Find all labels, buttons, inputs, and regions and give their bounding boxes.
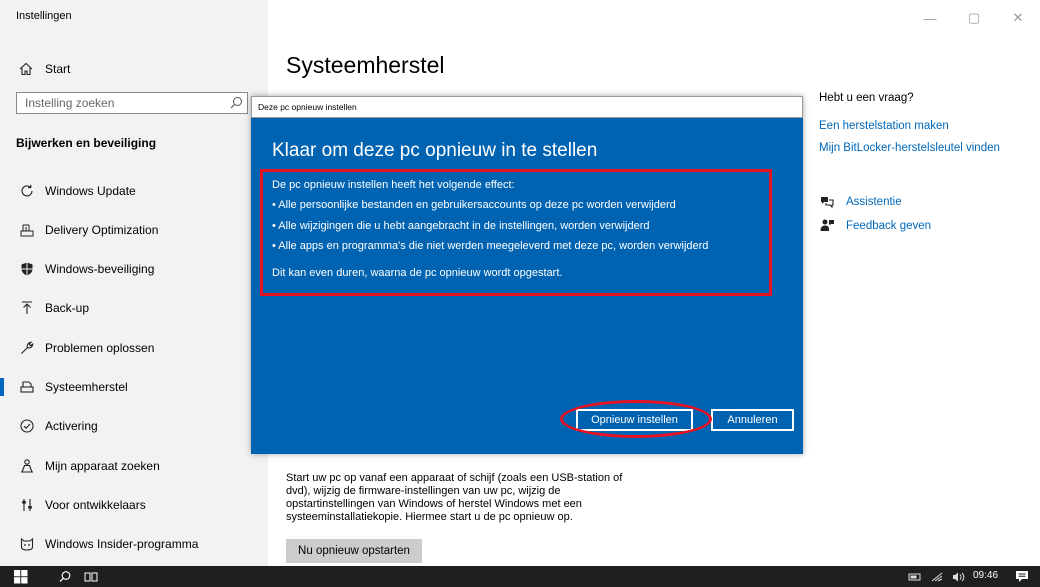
volume-icon[interactable] <box>952 568 968 585</box>
dialog-titlebar: Deze pc opnieuw instellen <box>251 96 803 118</box>
checkmark-circle-icon <box>18 417 36 435</box>
sidebar-item-label: Windows-beveiliging <box>45 262 155 276</box>
sidebar-item-windows-security[interactable]: Windows-beveiliging <box>0 256 268 282</box>
sidebar-item-recovery[interactable]: Systeemherstel <box>0 374 268 400</box>
close-button[interactable]: ✕ <box>996 0 1040 36</box>
delivery-optimization-icon <box>18 221 36 239</box>
sidebar: Instellingen Start Bijwerken en beveilig… <box>0 0 268 566</box>
sidebar-item-label: Windows Insider-programma <box>45 537 199 551</box>
sidebar-item-windows-update[interactable]: Windows Update <box>0 178 268 204</box>
windows-logo-icon[interactable] <box>14 568 28 585</box>
sidebar-item-troubleshoot[interactable]: Problemen oplossen <box>0 335 268 361</box>
recovery-icon <box>18 378 36 396</box>
app-title: Instellingen <box>16 10 72 22</box>
sidebar-item-label: Voor ontwikkelaars <box>45 498 146 512</box>
notification-icon[interactable] <box>1015 568 1029 585</box>
sidebar-item-developers[interactable]: Voor ontwikkelaars <box>0 492 268 518</box>
sidebar-item-label: Start <box>45 62 71 76</box>
chat-help-icon <box>819 194 835 210</box>
bitlocker-key-link[interactable]: Mijn BitLocker-herstelsleutel vinden <box>819 142 1000 154</box>
give-feedback-label: Feedback geven <box>846 220 932 232</box>
home-icon <box>17 60 35 78</box>
insider-cat-icon <box>18 535 36 553</box>
search-box[interactable] <box>16 92 248 114</box>
sidebar-item-find-my-device[interactable]: Mijn apparaat zoeken <box>0 453 268 479</box>
advanced-startup-description: Start uw pc op vanaf een apparaat of sch… <box>286 472 623 523</box>
page-title: Systeemherstel <box>286 52 445 78</box>
sidebar-item-insider[interactable]: Windows Insider-programma <box>0 531 268 557</box>
cancel-button[interactable]: Annuleren <box>711 409 794 431</box>
sidebar-item-backup[interactable]: Back-up <box>0 295 268 321</box>
developer-sliders-icon <box>18 496 36 514</box>
get-help-label: Assistentie <box>846 196 902 208</box>
sidebar-item-activation[interactable]: Activering <box>0 413 268 439</box>
create-recovery-drive-link[interactable]: Een herstelstation maken <box>819 120 949 132</box>
dialog-intro: De pc opnieuw instellen heeft het volgen… <box>272 179 515 191</box>
minimize-button[interactable]: — <box>908 0 952 36</box>
window-controls: — ▢ ✕ <box>908 0 1040 36</box>
sidebar-item-label: Mijn apparaat zoeken <box>45 459 160 473</box>
reset-button[interactable]: Opnieuw instellen <box>576 409 693 431</box>
network-icon[interactable] <box>930 568 944 585</box>
dialog-heading: Klaar om deze pc opnieuw in te stellen <box>272 140 598 161</box>
taskbar-clock[interactable]: 09:46 <box>973 570 998 581</box>
feedback-person-icon <box>819 218 835 234</box>
give-feedback-link[interactable]: Feedback geven <box>819 217 931 235</box>
restart-now-button[interactable]: Nu opnieuw opstarten <box>286 539 422 563</box>
sidebar-item-label: Systeemherstel <box>45 380 128 394</box>
sidebar-item-label: Windows Update <box>45 184 136 198</box>
sidebar-item-home[interactable]: Start <box>0 56 268 82</box>
search-icon[interactable] <box>58 568 72 585</box>
dialog-note: Dit kan even duren, waarna de pc opnieuw… <box>272 267 563 279</box>
maximize-button[interactable]: ▢ <box>952 0 996 36</box>
refresh-icon <box>18 182 36 200</box>
task-view-icon[interactable] <box>84 568 98 585</box>
reset-pc-dialog: Deze pc opnieuw instellen Klaar om deze … <box>251 96 803 454</box>
wrench-icon <box>18 339 36 357</box>
person-location-icon <box>18 457 36 475</box>
search-input[interactable] <box>25 96 225 110</box>
shield-icon <box>18 260 36 278</box>
sidebar-item-label: Activering <box>45 419 98 433</box>
sidebar-item-label: Problemen oplossen <box>45 341 155 355</box>
help-heading: Hebt u een vraag? <box>819 92 914 104</box>
dialog-window-title: Deze pc opnieuw instellen <box>258 102 357 112</box>
section-title: Bijwerken en beveiliging <box>16 136 157 150</box>
backup-arrow-icon <box>18 299 36 317</box>
sidebar-item-label: Back-up <box>45 301 90 315</box>
battery-icon[interactable] <box>908 568 922 585</box>
search-icon[interactable] <box>227 94 245 112</box>
taskbar: 09:46 <box>0 566 1040 587</box>
dialog-bullet: • Alle apps en programma's die niet werd… <box>272 240 709 252</box>
dialog-bullet: • Alle persoonlijke bestanden en gebruik… <box>272 199 676 211</box>
sidebar-item-delivery-optimization[interactable]: Delivery Optimization <box>0 217 268 243</box>
sidebar-item-label: Delivery Optimization <box>45 223 159 237</box>
get-help-link[interactable]: Assistentie <box>819 193 902 211</box>
dialog-bullet: • Alle wijzigingen die u hebt aangebrach… <box>272 220 650 232</box>
